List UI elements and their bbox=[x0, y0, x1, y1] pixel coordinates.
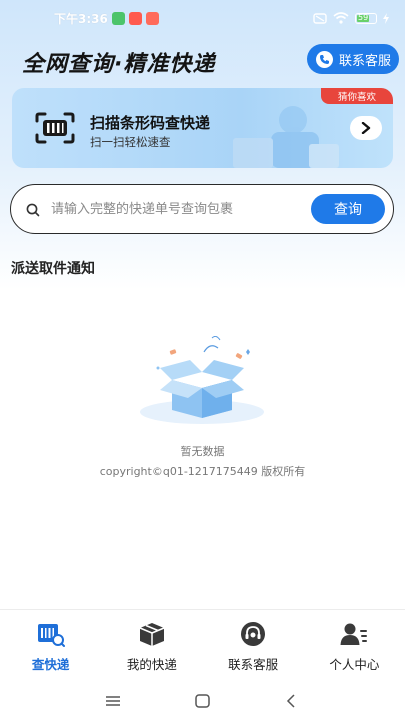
app-title: 全网查询·精准快递 bbox=[22, 52, 216, 77]
customer-service-button[interactable]: 联系客服 bbox=[307, 44, 399, 74]
tab-profile[interactable]: 个人中心 bbox=[304, 610, 405, 681]
sim-off-icon bbox=[313, 12, 327, 24]
recommend-tag: 猜你喜欢 bbox=[321, 88, 393, 104]
back-nav-button[interactable] bbox=[282, 693, 300, 709]
headset-icon bbox=[238, 620, 268, 648]
phone-icon bbox=[316, 50, 333, 68]
status-right: 59 bbox=[313, 12, 389, 24]
system-nav-bar bbox=[0, 681, 405, 720]
empty-box-illustration bbox=[140, 336, 264, 424]
back-icon bbox=[286, 694, 295, 708]
tab-label: 个人中心 bbox=[329, 657, 380, 672]
barcode-search-icon bbox=[36, 620, 66, 648]
notification-app-icon bbox=[145, 11, 159, 25]
tab-track-package[interactable]: 查快递 bbox=[0, 610, 101, 681]
scan-banner-subtitle: 扫一扫轻松速查 bbox=[90, 135, 171, 149]
scan-banner-title: 扫描条形码查快递 bbox=[90, 114, 211, 132]
tracking-number-input[interactable] bbox=[51, 195, 301, 223]
tab-my-packages[interactable]: 我的快递 bbox=[101, 610, 202, 681]
menu-nav-button[interactable] bbox=[104, 693, 122, 709]
status-time: 下午3:36 bbox=[54, 11, 108, 26]
wifi-icon bbox=[333, 12, 349, 24]
status-bar: 下午3:36 59 bbox=[0, 0, 405, 36]
battery-icon: 59 bbox=[355, 12, 377, 24]
notification-app-icon bbox=[128, 11, 142, 25]
empty-state-text: 暂无数据 bbox=[180, 445, 225, 458]
search-icon bbox=[26, 203, 40, 217]
status-left: 下午3:36 bbox=[54, 10, 159, 27]
scan-barcode-banner[interactable]: 扫描条形码查快递 扫一扫轻松速查 猜你喜欢 bbox=[12, 88, 393, 168]
notification-app-icon bbox=[111, 11, 125, 25]
tab-customer-service[interactable]: 联系客服 bbox=[203, 610, 304, 681]
copyright-text: copyright©q01-1217175449 版权所有 bbox=[99, 465, 306, 478]
scan-go-button[interactable] bbox=[350, 116, 382, 140]
tracking-search-bar: 查询 bbox=[10, 184, 394, 234]
customer-service-label: 联系客服 bbox=[339, 53, 392, 69]
tab-label: 联系客服 bbox=[228, 657, 279, 672]
section-title: 派送取件通知 bbox=[11, 261, 95, 277]
query-button[interactable]: 查询 bbox=[311, 194, 385, 224]
menu-icon bbox=[106, 696, 120, 706]
chevron-right-icon bbox=[361, 122, 371, 134]
package-icon bbox=[137, 620, 167, 648]
home-square-icon bbox=[194, 694, 210, 708]
home-nav-button[interactable] bbox=[193, 693, 211, 709]
tab-label: 查快递 bbox=[31, 657, 70, 672]
courier-illustration bbox=[233, 106, 339, 168]
header: 全网查询·精准快递 联系客服 bbox=[0, 40, 405, 80]
charging-icon bbox=[383, 12, 389, 24]
tab-label: 我的快递 bbox=[126, 657, 177, 672]
barcode-scan-icon bbox=[35, 112, 75, 144]
battery-level: 59 bbox=[358, 12, 369, 22]
bottom-tab-bar: 查快递 我的快递 联系客服 个人中心 bbox=[0, 609, 405, 681]
user-profile-icon bbox=[339, 620, 369, 648]
